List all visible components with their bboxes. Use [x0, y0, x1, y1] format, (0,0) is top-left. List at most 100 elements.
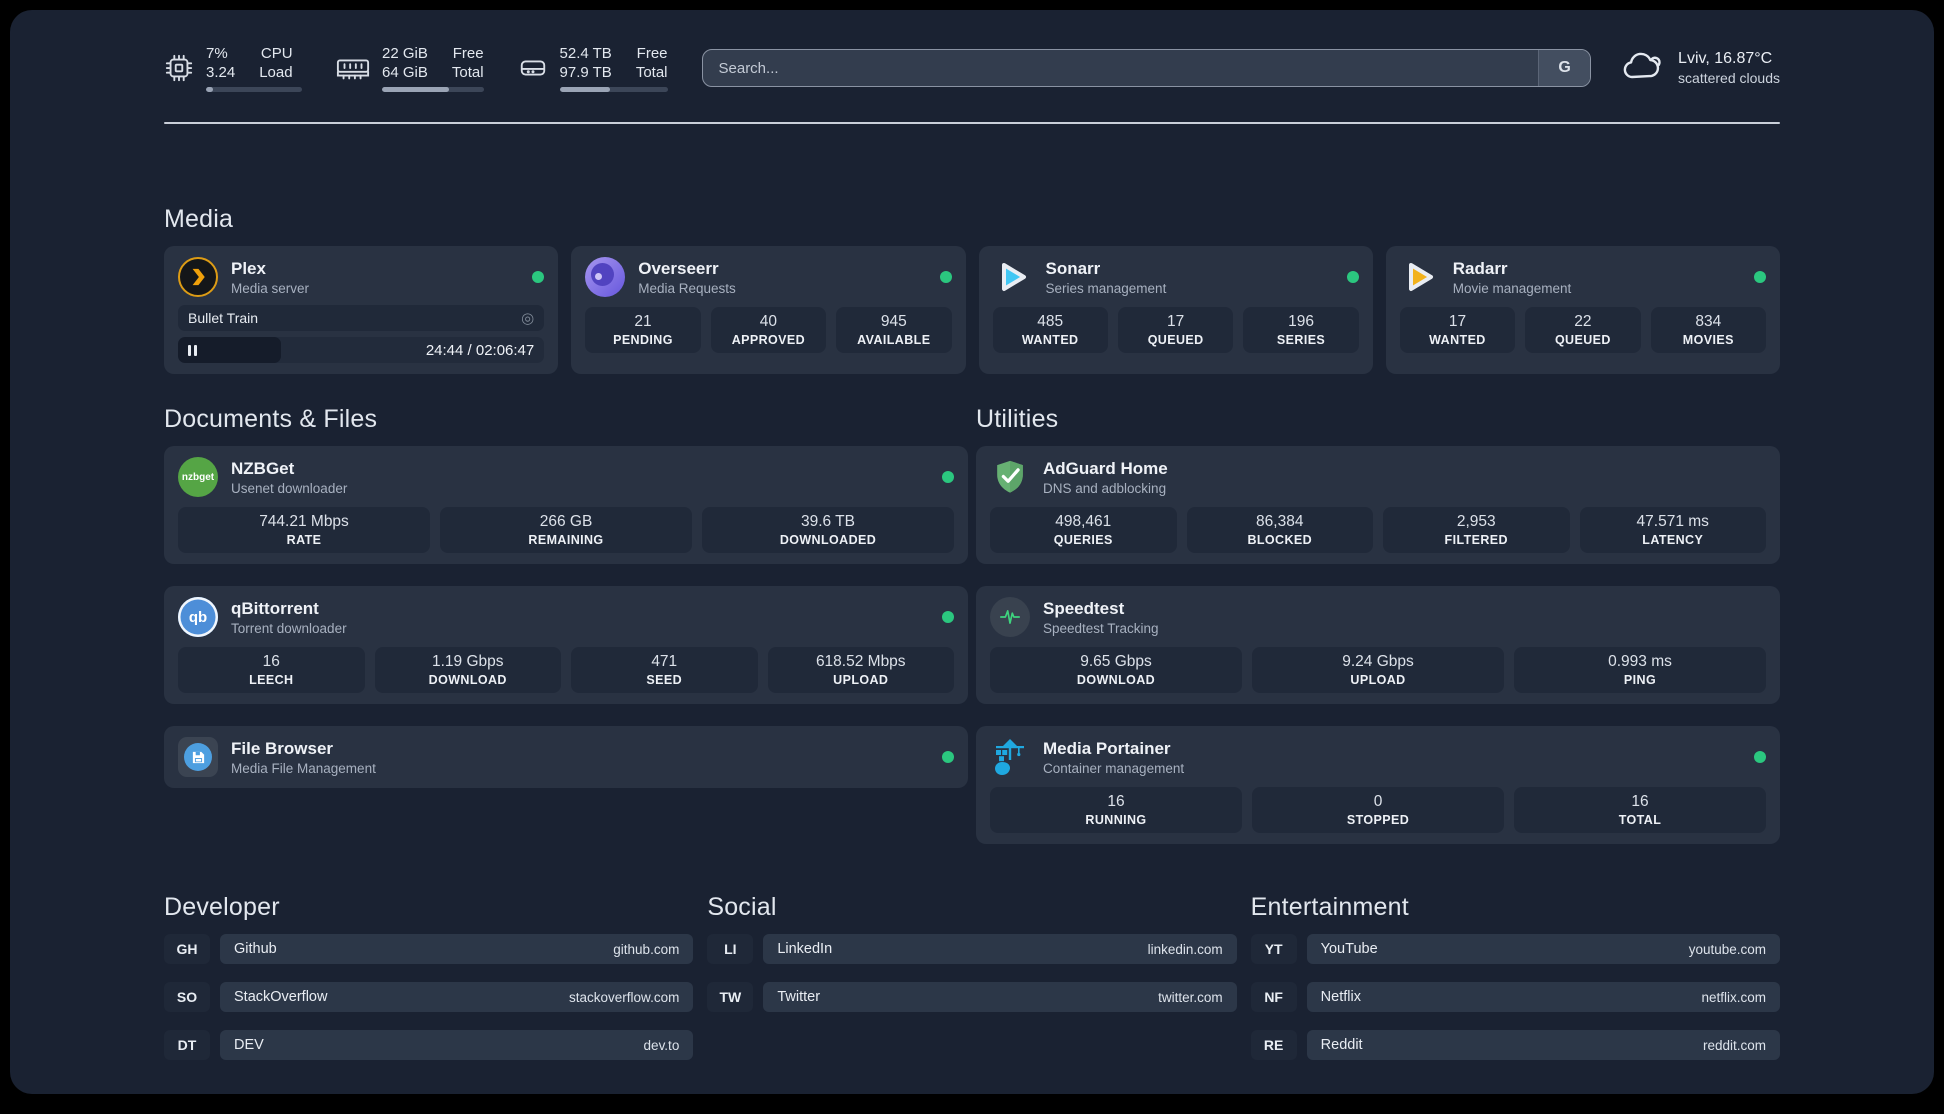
system-stats: 7% 3.24 CPU Load 22 GiB 64 GiB Free Tota…	[164, 44, 668, 92]
app-subtitle: Movie management	[1452, 280, 1572, 296]
stat-rate: 744.21 Mbps RATE	[178, 507, 430, 553]
app-subtitle: Media Requests	[638, 280, 736, 296]
bookmark-abbr: LI	[707, 934, 754, 964]
search-input[interactable]	[702, 50, 1539, 86]
bookmark-linkedin[interactable]: LI LinkedIn linkedin.com	[707, 934, 1237, 964]
bookmark-name: StackOverflow	[234, 989, 328, 1005]
bookmark-stackoverflow[interactable]: SO StackOverflow stackoverflow.com	[164, 982, 694, 1012]
memory-progress-bar	[382, 87, 484, 92]
app-name: Plex	[231, 258, 266, 278]
app-card-filebrowser[interactable]: File Browser Media File Management	[164, 726, 968, 788]
pause-icon	[188, 344, 197, 356]
status-online-dot	[942, 751, 954, 763]
bookmark-github[interactable]: GH Github github.com	[164, 934, 694, 964]
bookmark-name: Reddit	[1320, 1037, 1363, 1053]
stat-movies: 834 MOVIES	[1650, 307, 1767, 353]
bookmark-twitter[interactable]: TW Twitter twitter.com	[707, 982, 1237, 1012]
bookmark-url: github.com	[613, 941, 680, 957]
disk-widget: 52.4 TB 97.9 TB Free Total	[518, 44, 668, 92]
bookmark-dev[interactable]: DT DEV dev.to	[164, 1030, 694, 1060]
app-subtitle: Media File Management	[231, 760, 376, 776]
app-subtitle: DNS and adblocking	[1043, 480, 1167, 496]
cpu-load-label: Load	[259, 64, 293, 81]
search-bar: G	[701, 49, 1592, 87]
status-online-dot	[1754, 751, 1766, 763]
cloud-icon	[1621, 50, 1665, 87]
radarr-icon	[1400, 257, 1440, 297]
disk-icon	[518, 53, 548, 83]
status-online-dot	[942, 471, 954, 483]
app-name: AdGuard Home	[1043, 458, 1168, 478]
dashboard: 7% 3.24 CPU Load 22 GiB 64 GiB Free Tota…	[10, 10, 1934, 1094]
app-card-plex[interactable]: Plex Media server Bullet Train ◎ 24:44 /…	[164, 246, 559, 374]
stat-available: 945 AVAILABLE	[836, 307, 952, 353]
app-card-sonarr[interactable]: Sonarr Series management 485 WANTED 17 QUE…	[978, 246, 1373, 374]
bookmark-abbr: SO	[164, 982, 210, 1012]
memory-total-value: 64 GiB	[382, 64, 428, 81]
stat-running: 16 RUNNING	[990, 787, 1242, 833]
stat-queued: 22 QUEUED	[1525, 307, 1641, 353]
bookmark-group-entertainment: Entertainment YT YouTube youtube.com NF …	[1250, 892, 1780, 1060]
app-subtitle: Series management	[1045, 280, 1167, 296]
status-online-dot	[939, 271, 952, 283]
memory-total-label: Total	[451, 64, 484, 81]
bookmark-youtube[interactable]: YT YouTube youtube.com	[1250, 934, 1780, 964]
weather-widget[interactable]: Lviv, 16.87°C scattered clouds	[1621, 49, 1780, 87]
memory-free-value: 22 GiB	[382, 45, 428, 62]
app-card-radarr[interactable]: Radarr Movie management 17 WANTED 22 QUEUE…	[1385, 246, 1780, 374]
weather-location-temp: Lviv, 16.87°C	[1678, 50, 1773, 67]
app-card-portainer[interactable]: Media Portainer Container management 16 R…	[976, 726, 1780, 844]
status-online-dot	[1754, 271, 1766, 283]
plex-icon	[178, 257, 218, 297]
memory-icon	[336, 55, 370, 81]
section-title-documents: Documents & Files	[164, 405, 378, 433]
search-engine-label: G	[1558, 59, 1571, 76]
bookmark-url: reddit.com	[1702, 1037, 1766, 1053]
app-subtitle: Speedtest Tracking	[1043, 620, 1159, 636]
app-name: File Browser	[231, 738, 334, 758]
status-online-dot	[1346, 271, 1359, 283]
disk-progress-bar	[559, 87, 668, 92]
bookmark-abbr: NF	[1250, 982, 1297, 1012]
search-engine-button[interactable]: G	[1538, 50, 1591, 86]
bookmark-reddit[interactable]: RE Reddit reddit.com	[1250, 1030, 1780, 1060]
stat-series: 196 SERIES	[1243, 307, 1359, 353]
app-card-speedtest[interactable]: Speedtest Speedtest Tracking 9.65 Gbps DO…	[976, 586, 1780, 704]
section-title-utilities: Utilities	[976, 405, 1059, 433]
app-name: qBittorrent	[231, 598, 319, 618]
app-name: Sonarr	[1045, 258, 1101, 278]
stat-total: 16 TOTAL	[1514, 787, 1766, 833]
bookmark-abbr: DT	[164, 1030, 210, 1060]
app-card-overseerr[interactable]: Overseerr Media Requests 21 PENDING 40 APP…	[571, 246, 966, 374]
cpu-usage-value: 7%	[206, 45, 228, 62]
disk-free-value: 52.4 TB	[559, 45, 612, 62]
playback-time: 24:44 / 02:06:47	[425, 341, 535, 359]
app-card-adguard[interactable]: AdGuard Home DNS and adblocking 498,461 Q…	[976, 446, 1780, 564]
nzbget-icon: nzbget	[178, 457, 218, 497]
app-name: Radarr	[1452, 258, 1508, 278]
bookmark-name: Netflix	[1320, 989, 1361, 1005]
stat-downloaded: 39.6 TB DOWNLOADED	[702, 507, 954, 553]
cpu-load-value: 3.24	[206, 64, 236, 81]
section-title-social: Social	[707, 893, 777, 921]
bookmark-name: Twitter	[777, 989, 821, 1005]
bookmark-netflix[interactable]: NF Netflix netflix.com	[1250, 982, 1780, 1012]
cpu-widget: 7% 3.24 CPU Load	[164, 44, 302, 92]
memory-free-label: Free	[452, 45, 484, 62]
speedtest-icon	[990, 597, 1030, 637]
stat-wanted: 485 WANTED	[992, 307, 1108, 353]
stat-download: 1.19 Gbps DOWNLOAD	[374, 647, 561, 693]
app-name: Speedtest	[1043, 598, 1125, 618]
section-documents: Documents & Files nzbget NZBGet Usenet d…	[164, 404, 968, 844]
bookmark-abbr: GH	[164, 934, 210, 964]
app-subtitle: Usenet downloader	[231, 480, 348, 496]
bookmark-url: netflix.com	[1701, 989, 1766, 1005]
disk-total-value: 97.9 TB	[559, 64, 612, 81]
bookmark-abbr: YT	[1250, 934, 1297, 964]
app-card-qbittorrent[interactable]: qb qBittorrent Torrent downloader 16 LEEC…	[164, 586, 968, 704]
stat-latency: 47.571 ms LATENCY	[1579, 507, 1766, 553]
stat-blocked: 86,384 BLOCKED	[1186, 507, 1373, 553]
bookmark-name: LinkedIn	[777, 941, 833, 957]
now-playing-row[interactable]: Bullet Train ◎	[178, 305, 545, 331]
app-card-nzbget[interactable]: nzbget NZBGet Usenet downloader 744.21 M…	[164, 446, 968, 564]
